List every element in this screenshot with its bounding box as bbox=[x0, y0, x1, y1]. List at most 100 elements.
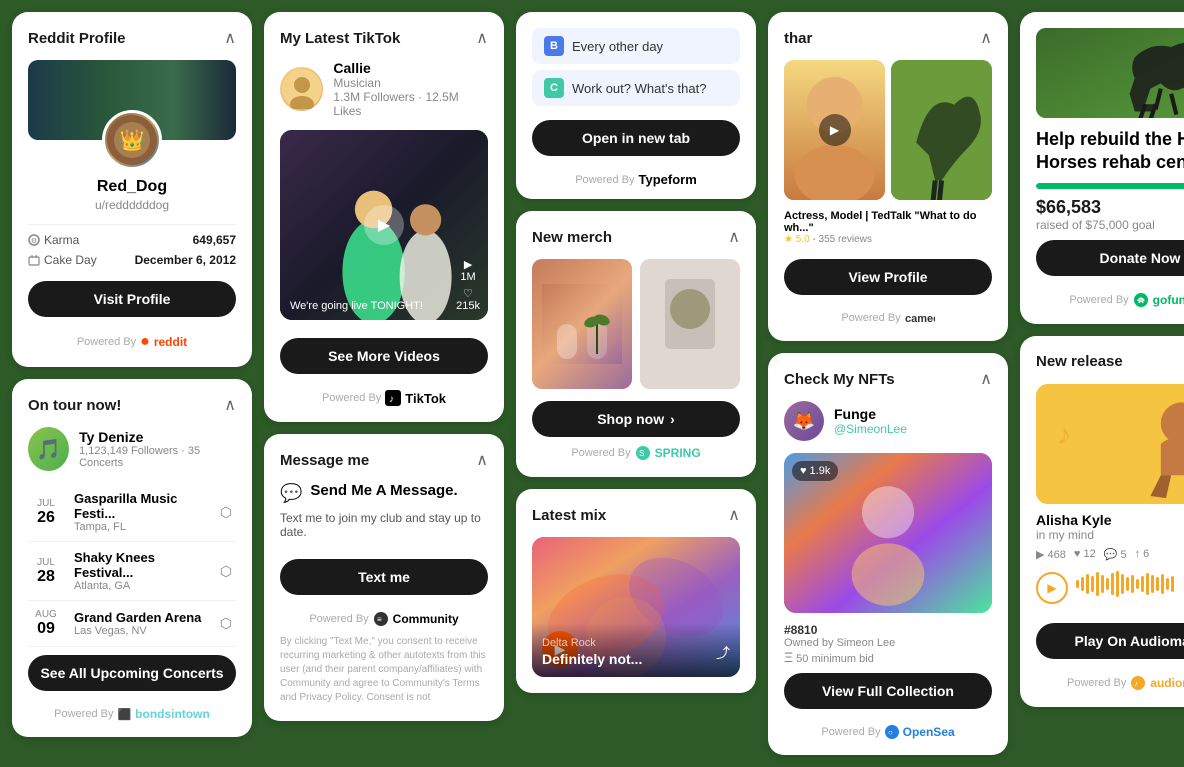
tour-title: On tour now! bbox=[28, 397, 121, 414]
view-collection-button[interactable]: View Full Collection bbox=[784, 673, 992, 709]
merch-title: New merch bbox=[532, 229, 612, 246]
cameo-video-play[interactable]: ▶ bbox=[819, 114, 851, 146]
concert-city-1: Tampa, FL bbox=[74, 521, 206, 533]
tour-artist-name: Ty Denize bbox=[79, 429, 236, 445]
nft-artist-avatar: 🦊 bbox=[784, 401, 824, 441]
typeform-item-c: C Work out? What's that? bbox=[532, 70, 740, 106]
concert-month-1: JUL bbox=[28, 498, 64, 509]
concert-link-1[interactable]: ⬡ bbox=[216, 502, 236, 522]
see-more-videos-button[interactable]: See More Videos bbox=[280, 338, 488, 374]
concert-item: AUG 09 Grand Garden Arena Las Vegas, NV … bbox=[28, 601, 236, 647]
badge-b: B bbox=[544, 36, 564, 56]
mix-collapse-icon[interactable]: ∧ bbox=[728, 505, 740, 525]
cameo-collapse-icon[interactable]: ∧ bbox=[980, 28, 992, 48]
tiktok-brand: TikTok bbox=[405, 391, 446, 406]
tiktok-play-button[interactable]: ▶ bbox=[364, 205, 404, 245]
mix-track-title: Definitely not... bbox=[542, 651, 730, 667]
donate-button[interactable]: Donate Now bbox=[1036, 240, 1184, 276]
concert-venue-1: Gasparilla Music Festi... bbox=[74, 491, 206, 521]
svg-text:S: S bbox=[639, 449, 644, 458]
tiktok-role: Musician bbox=[333, 76, 488, 90]
svg-text:♪: ♪ bbox=[389, 394, 394, 405]
audiomack-song-title: in my mind bbox=[1036, 528, 1184, 542]
tiktok-powered-label: Powered By bbox=[322, 392, 381, 404]
concert-venue-3: Grand Garden Arena bbox=[74, 610, 206, 625]
cameo-side-image bbox=[891, 60, 992, 200]
nft-collapse-icon[interactable]: ∧ bbox=[980, 369, 992, 389]
reddit-brand: reddit bbox=[154, 335, 187, 349]
shop-now-button[interactable]: Shop now › bbox=[532, 401, 740, 437]
typeform-powered-label: Powered By bbox=[575, 174, 634, 186]
open-in-new-tab-button[interactable]: Open in new tab bbox=[532, 120, 740, 156]
nft-like-count: ♥ 1.9k bbox=[792, 461, 838, 481]
concert-venue-2: Shaky Knees Festival... bbox=[74, 550, 206, 580]
cameo-card-title: thar bbox=[784, 30, 812, 47]
svg-text:cameo: cameo bbox=[905, 313, 935, 325]
reddit-collapse-icon[interactable]: ∧ bbox=[224, 28, 236, 48]
gofundme-progress-bar bbox=[1036, 183, 1184, 189]
community-brand: Community bbox=[393, 612, 459, 626]
nft-artist-name: Funge bbox=[834, 406, 907, 422]
gofundme-powered-label: Powered By bbox=[1069, 294, 1128, 306]
audiomack-card: New release ∧ ♪ 🎵 Alisha Kyle in my mind bbox=[1020, 336, 1184, 707]
mix-info: Delta Rock Definitely not... bbox=[532, 623, 740, 677]
tour-avatar: 🎵 bbox=[28, 427, 69, 471]
gofundme-icon bbox=[1133, 292, 1149, 308]
concert-month-2: JUL bbox=[28, 557, 64, 568]
audiomack-artist-name: Alisha Kyle bbox=[1036, 512, 1184, 528]
text-me-button[interactable]: Text me bbox=[280, 559, 488, 595]
audiomack-cover: ♪ 🎵 bbox=[1036, 384, 1184, 504]
merch-collapse-icon[interactable]: ∧ bbox=[728, 227, 740, 247]
gofundme-image bbox=[1036, 28, 1184, 118]
play-on-audiomack-button[interactable]: Play On Audiomack bbox=[1036, 623, 1184, 659]
view-profile-button[interactable]: View Profile bbox=[784, 259, 992, 295]
merch-image-1: New Age $35 USD bbox=[532, 259, 632, 389]
reddit-handle: u/reddddddog bbox=[28, 198, 236, 212]
cameo-logo: cameo bbox=[905, 311, 935, 325]
cameo-card: thar ∧ ▶ bbox=[768, 12, 1008, 341]
reddit-username: Red_Dog bbox=[28, 178, 236, 196]
see-all-concerts-button[interactable]: See All Upcoming Concerts bbox=[28, 655, 236, 691]
tiktok-name: Callie bbox=[333, 60, 488, 76]
gofundme-amount: $66,583 bbox=[1036, 197, 1184, 218]
opensea-brand: OpenSea bbox=[903, 725, 955, 739]
tour-powered-label: Powered By bbox=[54, 708, 113, 720]
gofundme-brand: gofundme bbox=[1153, 293, 1184, 307]
tour-collapse-icon[interactable]: ∧ bbox=[224, 395, 236, 415]
badge-c: C bbox=[544, 78, 564, 98]
typeform-brand: Typeform bbox=[639, 172, 697, 187]
audiomack-waveform bbox=[1076, 569, 1184, 599]
audiomack-brand: audiomack bbox=[1150, 676, 1184, 690]
message-card-title: Message me bbox=[280, 452, 369, 469]
nft-owner: Owned by Simeon Lee bbox=[784, 637, 992, 649]
nft-artist-handle: @SimeonLee bbox=[834, 422, 907, 436]
audiomack-powered-label: Powered By bbox=[1067, 677, 1126, 689]
concert-day-3: 09 bbox=[28, 620, 64, 638]
concert-day-2: 28 bbox=[28, 568, 64, 586]
concert-link-3[interactable]: ⬡ bbox=[216, 614, 236, 634]
audiomack-stats: ▶ 468 ♥ 12 💬 5 ↑ 6 bbox=[1036, 548, 1184, 561]
audiomack-card-title: New release bbox=[1036, 353, 1123, 370]
mix-cover: ▶ Delta Rock Definitely not... ⤴ bbox=[532, 537, 740, 677]
audiomack-play-button[interactable]: ▶ bbox=[1036, 572, 1068, 604]
merch-powered-label: Powered By bbox=[571, 447, 630, 459]
spring-brand: SPRING bbox=[655, 446, 701, 460]
nft-powered-label: Powered By bbox=[821, 726, 880, 738]
typeform-card: B Every other day C Work out? What's tha… bbox=[516, 12, 756, 199]
concert-link-2[interactable]: ⬡ bbox=[216, 561, 236, 581]
karma-value: 649,657 bbox=[193, 233, 236, 247]
visit-profile-button[interactable]: Visit Profile bbox=[28, 281, 236, 317]
nft-title: Check My NFTs bbox=[784, 371, 895, 388]
community-icon: ≡ bbox=[373, 611, 389, 627]
concert-item: JUL 28 Shaky Knees Festival... Atlanta, … bbox=[28, 542, 236, 601]
opensea-icon: ○ bbox=[885, 725, 899, 739]
message-powered-label: Powered By bbox=[309, 613, 368, 625]
audiomack-icon: ♪ bbox=[1130, 675, 1146, 691]
tiktok-collapse-icon[interactable]: ∧ bbox=[476, 28, 488, 48]
message-collapse-icon[interactable]: ∧ bbox=[476, 450, 488, 470]
concert-city-2: Atlanta, GA bbox=[74, 580, 206, 592]
cakeday-value: December 6, 2012 bbox=[135, 253, 236, 267]
nft-id: #8810 bbox=[784, 623, 992, 637]
mix-share-icon[interactable]: ⤴ bbox=[716, 643, 730, 663]
concert-day-1: 26 bbox=[28, 509, 64, 527]
